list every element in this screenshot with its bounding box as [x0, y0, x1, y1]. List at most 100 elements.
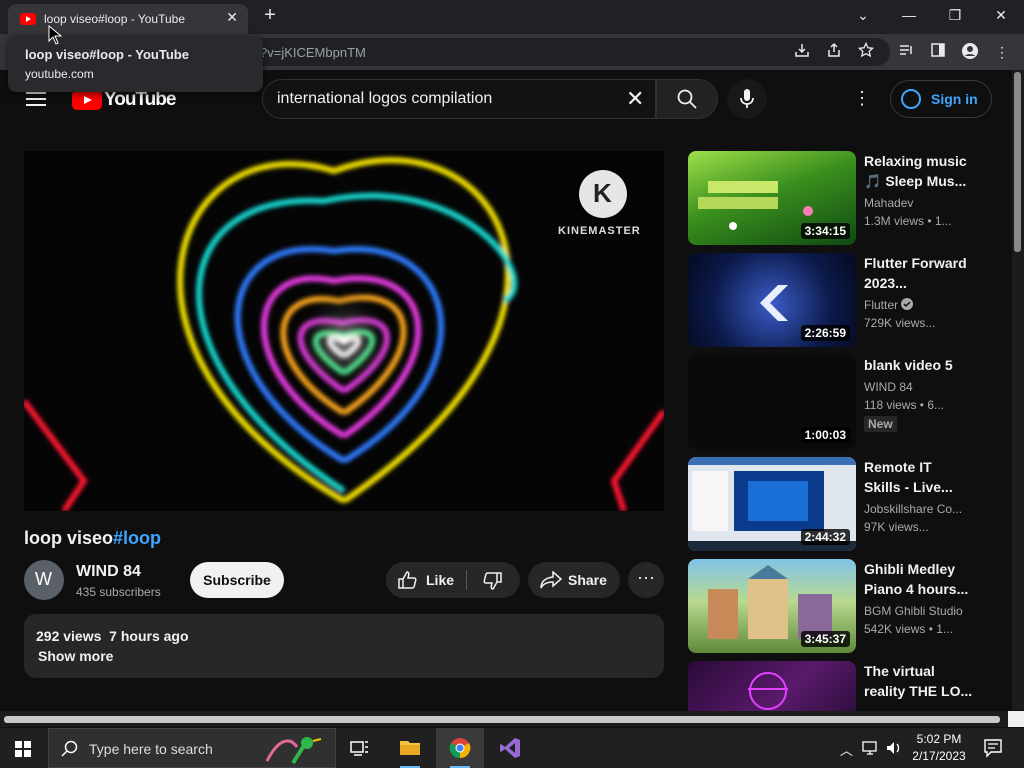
kinemaster-logo-letter: K: [593, 178, 612, 208]
recommendation-channel[interactable]: WIND 84: [864, 380, 913, 394]
recommendation-title[interactable]: Remote IT Skills - Live...: [864, 457, 974, 497]
vertical-scroll-thumb[interactable]: [1014, 72, 1021, 252]
install-app-icon[interactable]: [792, 42, 812, 62]
video-thumbnail[interactable]: 3:34:15: [688, 151, 856, 245]
duration-badge: 2:26:59: [800, 325, 850, 341]
restore-button[interactable]: ❐: [932, 0, 978, 34]
show-more-link[interactable]: Show more: [38, 648, 113, 664]
sign-in-button[interactable]: Sign in: [890, 80, 992, 118]
video-thumbnail[interactable]: 1:00:03: [688, 355, 856, 449]
account-icon: [901, 89, 921, 109]
task-view-button[interactable]: [336, 728, 384, 768]
network-icon[interactable]: [862, 740, 880, 756]
tab-hover-tooltip: loop viseo#loop - YouTube youtube.com: [8, 36, 263, 92]
profile-icon[interactable]: [960, 42, 980, 62]
recommendation-channel[interactable]: Mahadev: [864, 196, 913, 210]
microphone-icon: [740, 89, 754, 108]
recommendation-item[interactable]: 2:44:32 Remote IT Skills - Live... Jobski…: [688, 457, 988, 553]
recommendation-title[interactable]: Flutter Forward 2023...: [864, 253, 974, 293]
clear-search-icon[interactable]: ✕: [626, 86, 644, 112]
windows-start-icon[interactable]: [15, 741, 31, 757]
share-page-icon[interactable]: [824, 42, 844, 62]
tab-search-button[interactable]: ⌄: [840, 0, 886, 34]
thumbs-down-icon[interactable]: [482, 572, 502, 590]
description-box[interactable]: 292 views 7 hours ago Show more: [24, 614, 664, 678]
recommendation-item[interactable]: 3:34:15 Relaxing music 🎵 Sleep Mus... Mah…: [688, 151, 988, 247]
share-arrow-icon: [540, 571, 562, 589]
title-line-1: Remote IT: [864, 459, 932, 475]
search-highlight-bird-icon: [265, 737, 322, 765]
side-panel-icon[interactable]: [928, 42, 948, 62]
chrome-icon: [449, 738, 471, 759]
media-controls-icon[interactable]: [896, 42, 916, 62]
notification-center-icon[interactable]: [983, 738, 1003, 758]
recommendation-item[interactable]: 3:45:37 Ghibli Medley Piano 4 hours... BG…: [688, 559, 988, 655]
visual-studio-taskbar-app[interactable]: [486, 728, 534, 768]
chrome-menu-icon[interactable]: ⋮: [992, 42, 1012, 62]
volume-icon[interactable]: [885, 740, 903, 756]
recommendation-channel[interactable]: Flutter: [864, 298, 914, 312]
video-hashtag-link[interactable]: #loop: [113, 528, 161, 548]
channel-avatar[interactable]: W: [24, 560, 64, 600]
chrome-taskbar-app[interactable]: [436, 728, 484, 768]
title-line-2: 🎵 Sleep Mus...: [864, 173, 967, 189]
kinemaster-watermark: KINEMASTER: [558, 225, 641, 237]
menu-hamburger-icon[interactable]: [26, 92, 46, 106]
close-window-button[interactable]: ✕: [978, 0, 1024, 34]
view-stats: 292 views 7 hours ago: [36, 628, 189, 644]
video-thumbnail[interactable]: [688, 661, 856, 711]
like-dislike-group: Like: [386, 562, 520, 598]
file-explorer-taskbar-app[interactable]: [386, 728, 434, 768]
horizontal-scroll-thumb[interactable]: [4, 716, 1000, 723]
bookmark-star-icon[interactable]: [856, 41, 876, 62]
thumbs-up-icon[interactable]: [398, 571, 418, 589]
title-line-2: reality THE LO...: [864, 683, 973, 699]
duration-badge: 3:34:15: [800, 223, 850, 239]
recommendation-title[interactable]: blank video 5: [864, 355, 974, 375]
video-player[interactable]: [24, 151, 664, 511]
channel-name[interactable]: WIND 84: [76, 563, 141, 581]
search-box: [262, 79, 656, 119]
youtube-logo-text[interactable]: YouTube: [104, 89, 176, 111]
youtube-favicon-icon: [20, 13, 36, 25]
taskbar-search-box[interactable]: Type here to search: [48, 728, 336, 768]
minimize-button[interactable]: —: [886, 0, 932, 34]
duration-badge: 2:44:32: [800, 529, 850, 545]
voice-search-button[interactable]: [727, 79, 767, 119]
recommendation-meta: 118 views • 6...: [864, 398, 945, 412]
title-line-1: Relaxing music: [864, 153, 967, 169]
taskbar-clock[interactable]: 5:02 PM 2/17/2023: [906, 731, 972, 765]
video-thumbnail[interactable]: 3:45:37: [688, 559, 856, 653]
recommendation-channel[interactable]: Jobskillshare Co...: [864, 502, 962, 516]
search-input[interactable]: [277, 88, 617, 110]
recommendation-item[interactable]: 1:00:03 blank video 5 WIND 84 118 views …: [688, 355, 988, 451]
recommendation-item[interactable]: 2:26:59 Flutter Forward 2023... Flutter 7…: [688, 253, 988, 349]
recommendation-title[interactable]: Relaxing music 🎵 Sleep Mus...: [864, 151, 974, 191]
settings-kebab-icon[interactable]: ⋮: [852, 88, 872, 109]
new-tab-button[interactable]: +: [258, 4, 282, 27]
recommendation-item[interactable]: The virtual reality THE LO...: [688, 661, 988, 711]
like-button[interactable]: Like: [426, 572, 454, 588]
search-button[interactable]: [656, 79, 718, 119]
upload-age: 7 hours ago: [109, 628, 189, 644]
more-actions-button[interactable]: ···: [628, 562, 664, 598]
recommendation-channel[interactable]: BGM Ghibli Studio: [864, 604, 963, 618]
subscribe-button[interactable]: Subscribe: [190, 562, 284, 598]
share-button[interactable]: Share: [528, 562, 620, 598]
browser-tab[interactable]: loop viseo#loop - YouTube ✕: [8, 4, 248, 34]
youtube-logo-icon[interactable]: [72, 90, 102, 110]
recommendation-title[interactable]: The virtual reality THE LO...: [864, 661, 974, 701]
recommendation-title[interactable]: Ghibli Medley Piano 4 hours...: [864, 559, 974, 599]
video-thumbnail[interactable]: 2:26:59: [688, 253, 856, 347]
visual-studio-icon: [500, 738, 520, 758]
video-thumbnail[interactable]: 2:44:32: [688, 457, 856, 551]
tooltip-title: loop viseo#loop - YouTube: [25, 47, 189, 62]
sign-in-label: Sign in: [931, 91, 978, 107]
tab-close-icon[interactable]: ✕: [226, 9, 238, 26]
address-bar-url: ?v=jKICEMbpnTM: [260, 45, 366, 60]
recommendation-meta: 729K views...: [864, 316, 936, 330]
view-count: 292 views: [36, 628, 102, 644]
show-hidden-icons-chevron-icon[interactable]: ︿: [840, 740, 854, 759]
share-label: Share: [568, 572, 607, 588]
kinemaster-logo-icon: K: [579, 170, 627, 218]
